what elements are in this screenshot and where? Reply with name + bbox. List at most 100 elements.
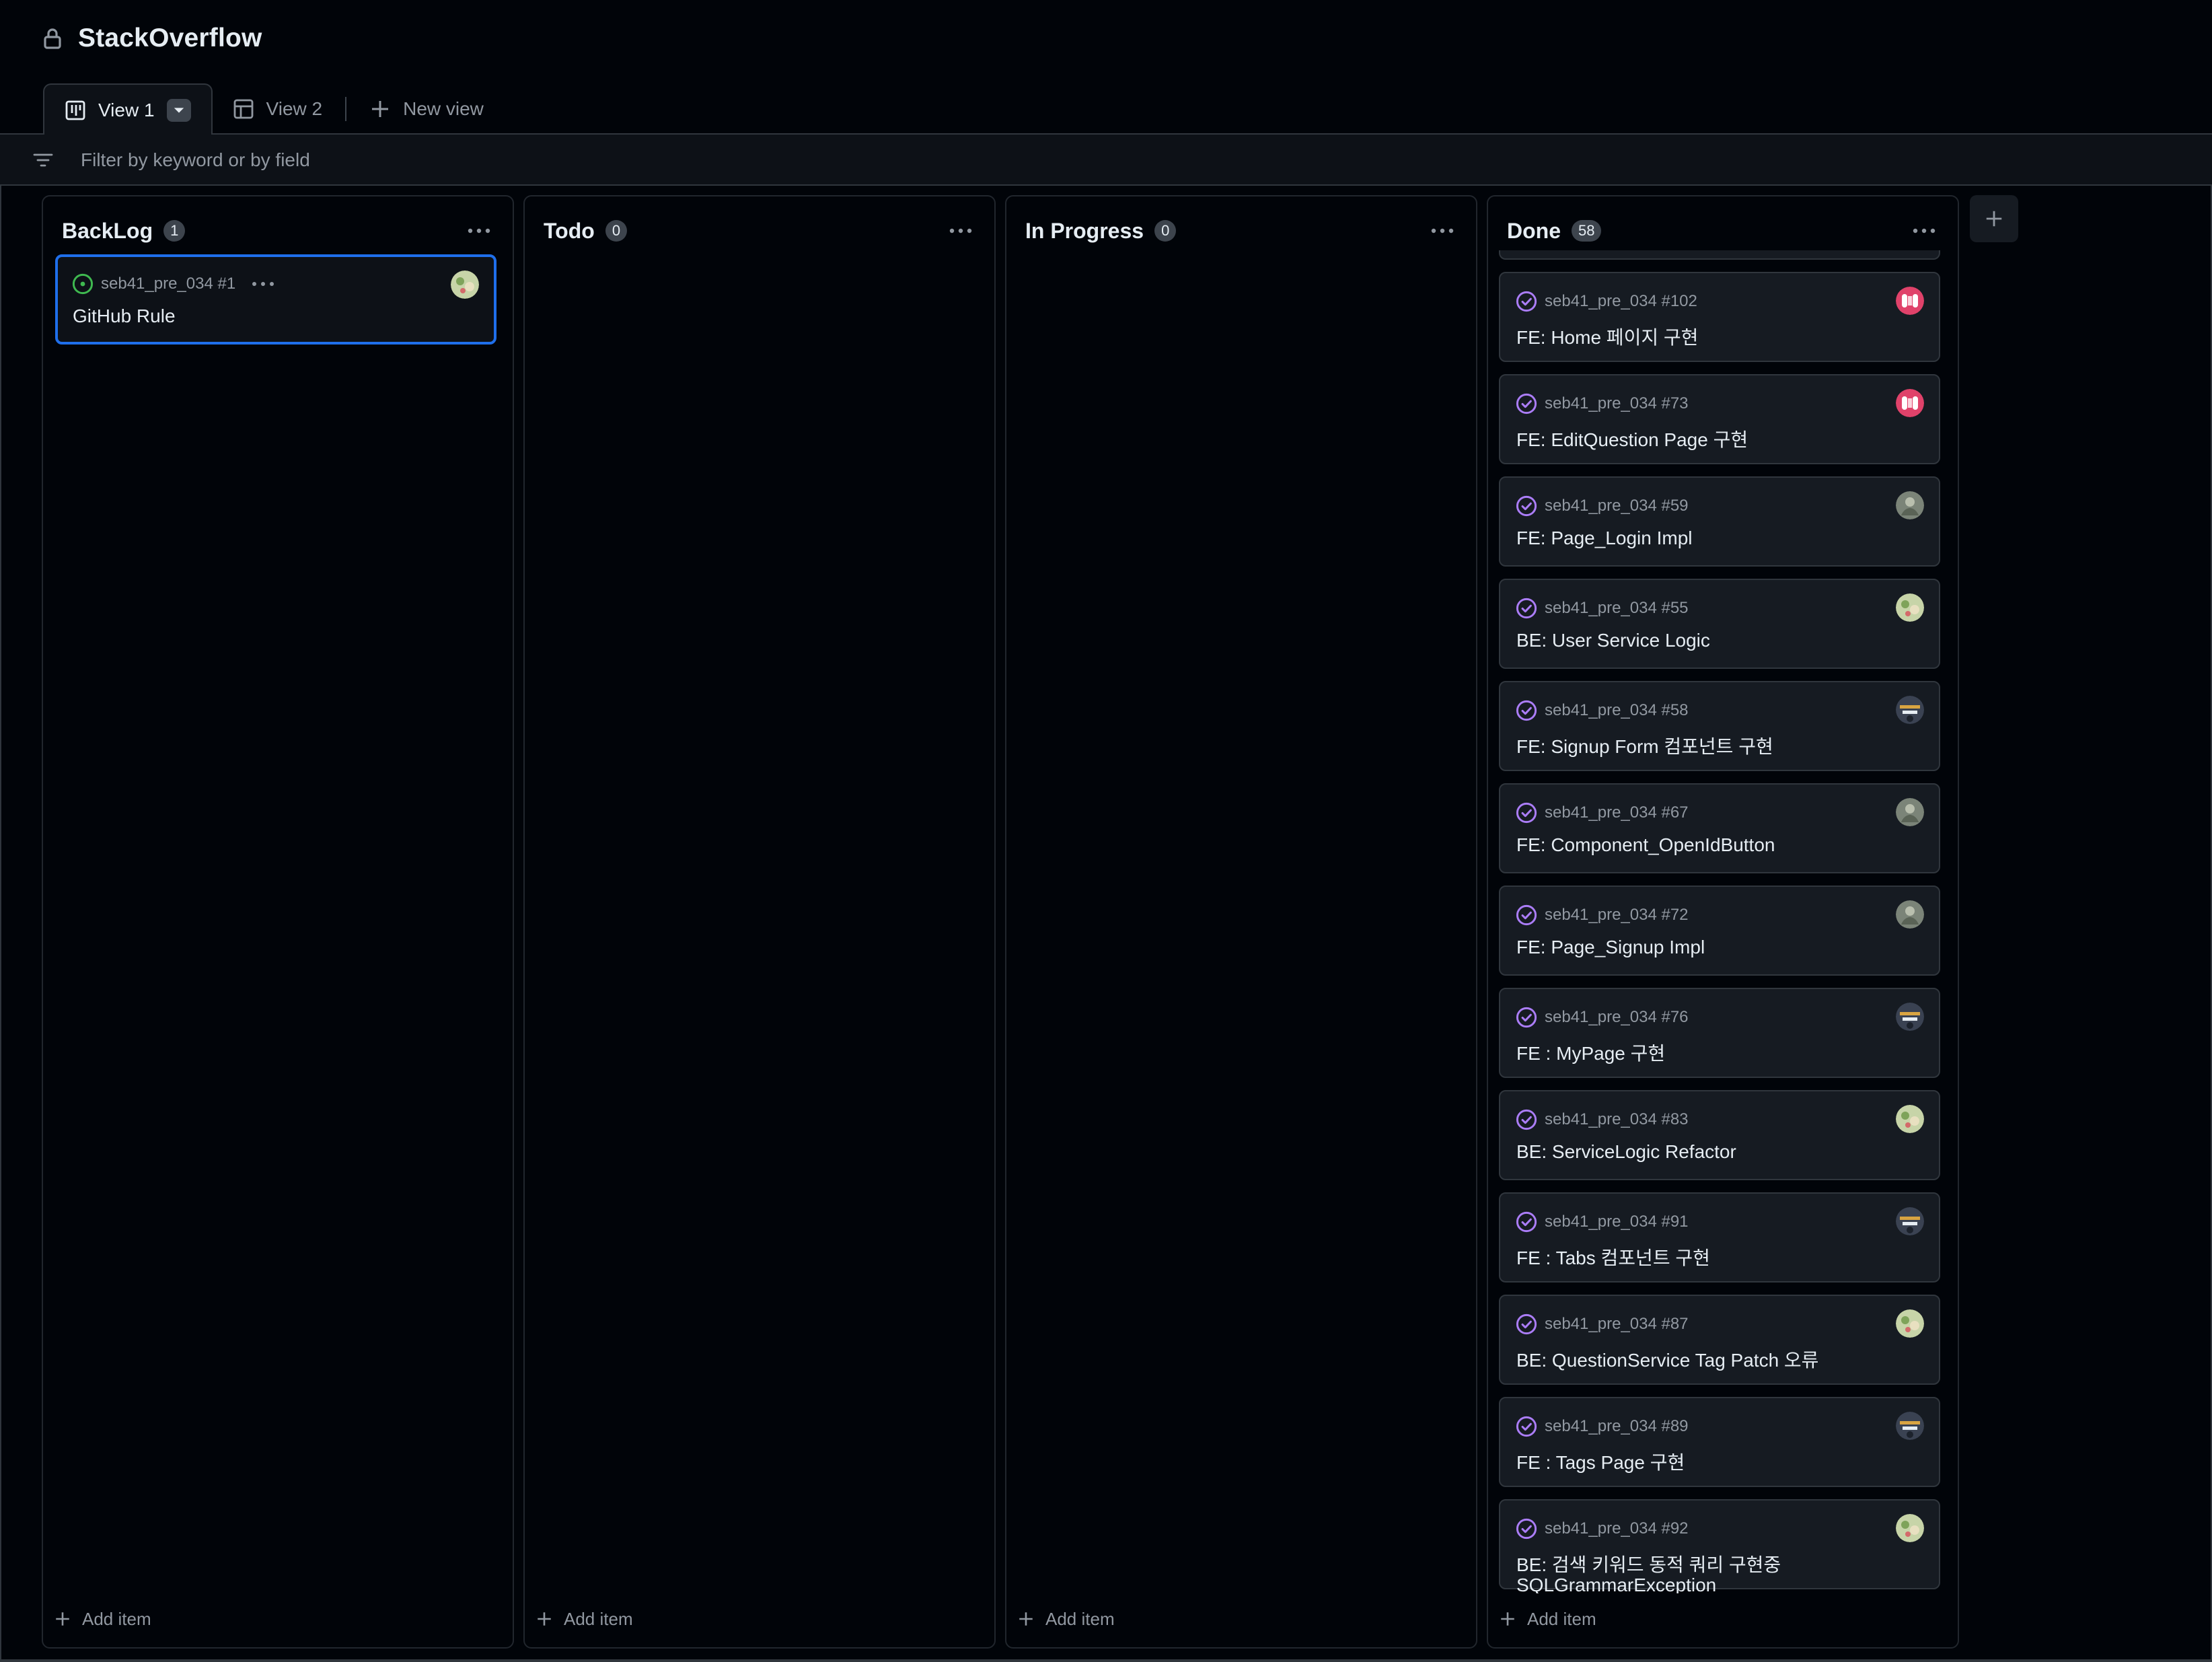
card-ref[interactable]: seb41_pre_034 #83 [1545,1110,1689,1129]
card-ref[interactable]: seb41_pre_034 #1 [101,275,235,293]
assignee-avatar[interactable] [1896,1514,1924,1542]
card-title[interactable]: BE: ServiceLogic Refactor [1516,1141,1736,1163]
card-ref[interactable]: seb41_pre_034 #73 [1545,394,1689,413]
item-card[interactable]: seb41_pre_034 #59 FE: Page_Login Impl [1499,476,1940,567]
column-backlog: BackLog 1 seb41_pre_034 #1 GitHub Rule A… [42,195,514,1649]
item-card[interactable]: seb41_pre_034 #58 FE: Signup Form 컴포넌트 구현 [1499,681,1940,771]
item-card[interactable]: seb41_pre_034 #72 FE: Page_Signup Impl [1499,886,1940,976]
column-menu-button[interactable] [941,216,981,246]
add-item-button[interactable]: Add item [536,1603,633,1635]
issue-closed-icon [1515,290,1538,313]
card-ref[interactable]: seb41_pre_034 #67 [1545,803,1689,822]
card-meta: seb41_pre_034 #73 [1515,390,1689,417]
issue-closed-icon [1515,1517,1538,1540]
add-item-button[interactable]: Add item [54,1603,151,1635]
assignee-avatar[interactable] [1896,389,1924,417]
column-title: In Progress [1025,218,1144,243]
assignee-avatar[interactable] [1896,1207,1924,1235]
item-card[interactable]: seb41_pre_034 #91 FE : Tabs 컴포넌트 구현 [1499,1192,1940,1282]
assignee-avatar[interactable] [1896,900,1924,929]
filter-input[interactable] [81,144,1292,176]
card-title[interactable]: FE : MyPage 구현 [1516,1039,1665,1066]
assignee-avatar[interactable] [1896,1309,1924,1338]
column-menu-button[interactable] [1904,216,1944,246]
card-title-line-2[interactable]: SQLGrammarException [1516,1575,1716,1593]
item-card[interactable]: seb41_pre_034 #92 BE: 검색 키워드 동적 쿼리 구현중 SQL… [1499,1499,1940,1593]
tab-view-2[interactable]: View 2 [213,83,343,135]
issue-closed-icon [1515,699,1538,722]
kebab-horizontal-icon [468,228,490,233]
card-title[interactable]: BE: 검색 키워드 동적 쿼리 구현중 [1516,1550,1781,1577]
card-ref[interactable]: seb41_pre_034 #59 [1545,497,1689,515]
card-meta: seb41_pre_034 #76 [1515,1004,1689,1031]
board-icon [65,100,86,121]
card-title[interactable]: FE : Tags Page 구현 [1516,1448,1685,1475]
card-title[interactable]: FE: Page_Login Impl [1516,528,1693,549]
item-card[interactable]: seb41_pre_034 #89 FE : Tags Page 구현 [1499,1397,1940,1487]
assignee-avatar[interactable] [1896,1003,1924,1031]
kebab-horizontal-icon [252,282,274,286]
add-column-button[interactable] [1970,195,2018,242]
item-card[interactable]: seb41_pre_034 #1 GitHub Rule [55,254,496,345]
card-ref[interactable]: seb41_pre_034 #55 [1545,599,1689,618]
new-view-button[interactable]: New view [349,83,504,135]
view-options-button[interactable] [166,99,191,122]
lock-icon [42,27,63,50]
card-ref[interactable]: seb41_pre_034 #91 [1545,1213,1689,1231]
card-ref[interactable]: seb41_pre_034 #58 [1545,701,1689,720]
card-title[interactable]: GitHub Rule [73,305,176,327]
card-title[interactable]: FE: Component_OpenIdButton [1516,834,1775,856]
item-card[interactable]: seb41_pre_034 #87 BE: QuestionService Tag… [1499,1295,1940,1385]
item-card[interactable]: seb41_pre_034 #83 BE: ServiceLogic Refact… [1499,1090,1940,1180]
card-title[interactable]: FE: Page_Signup Impl [1516,937,1705,958]
card-meta: seb41_pre_034 #59 [1515,493,1689,519]
card-meta: seb41_pre_034 #67 [1515,799,1689,826]
card-title[interactable]: FE: Signup Form 컴포넌트 구현 [1516,732,1773,759]
add-item-button[interactable]: Add item [1017,1603,1115,1635]
card-ref[interactable]: seb41_pre_034 #72 [1545,906,1689,925]
filter-icon[interactable] [32,149,54,171]
assignee-avatar[interactable] [451,270,479,299]
card-meta: seb41_pre_034 #58 [1515,697,1689,724]
assignee-avatar[interactable] [1896,696,1924,724]
column-menu-button[interactable] [459,216,499,246]
item-card[interactable]: seb41_pre_034 #73 FE: EditQuestion Page 구… [1499,374,1940,464]
card-ref[interactable]: seb41_pre_034 #87 [1545,1315,1689,1334]
item-card[interactable]: seb41_pre_034 #55 BE: User Service Logic [1499,579,1940,669]
card-ref[interactable]: seb41_pre_034 #89 [1545,1417,1689,1436]
card-title[interactable]: FE : Tabs 컴포넌트 구현 [1516,1243,1710,1270]
column-menu-button[interactable] [1422,216,1463,246]
card-title[interactable]: FE: EditQuestion Page 구현 [1516,425,1748,452]
item-card[interactable]: seb41_pre_034 #67 FE: Component_OpenIdBut… [1499,783,1940,873]
issue-closed-icon [1515,392,1538,415]
plus-icon [1501,1612,1514,1626]
card-ref[interactable]: seb41_pre_034 #92 [1545,1519,1689,1538]
item-card[interactable]: seb41_pre_034 #76 FE : MyPage 구현 [1499,988,1940,1078]
issue-closed-icon [1515,495,1538,517]
item-card[interactable]: seb41_pre_034 #102 FE: Home 페이지 구현 [1499,272,1940,362]
issue-closed-icon [1515,904,1538,927]
assignee-avatar[interactable] [1896,1105,1924,1133]
kebab-horizontal-icon [949,228,972,233]
assignee-avatar[interactable] [1896,798,1924,826]
kebab-horizontal-icon [1913,228,1936,233]
assignee-avatar[interactable] [1896,1412,1924,1440]
card-title[interactable]: BE: User Service Logic [1516,630,1710,651]
card-ref[interactable]: seb41_pre_034 #76 [1545,1008,1689,1027]
add-item-button[interactable]: Add item [1499,1603,1596,1635]
card-meta: seb41_pre_034 #83 [1515,1106,1689,1133]
assignee-avatar[interactable] [1896,593,1924,622]
column-cards[interactable]: seb41_pre_034 #102 FE: Home 페이지 구현 seb41_p… [1499,250,1947,1593]
view-tabs: View 1 View 2 New view [43,83,504,136]
card-ref[interactable]: seb41_pre_034 #102 [1545,292,1697,311]
issue-closed-icon [1515,1415,1538,1438]
issue-closed-icon [1515,1006,1538,1029]
tab-view-1[interactable]: View 1 [43,83,213,136]
column-cards [536,254,984,1593]
assignee-avatar[interactable] [1896,491,1924,519]
card-menu-button[interactable] [252,281,274,287]
card-title[interactable]: BE: QuestionService Tag Patch 오류 [1516,1346,1818,1373]
column-header: BackLog 1 [62,214,499,248]
card-title[interactable]: FE: Home 페이지 구현 [1516,323,1698,350]
assignee-avatar[interactable] [1896,287,1924,315]
